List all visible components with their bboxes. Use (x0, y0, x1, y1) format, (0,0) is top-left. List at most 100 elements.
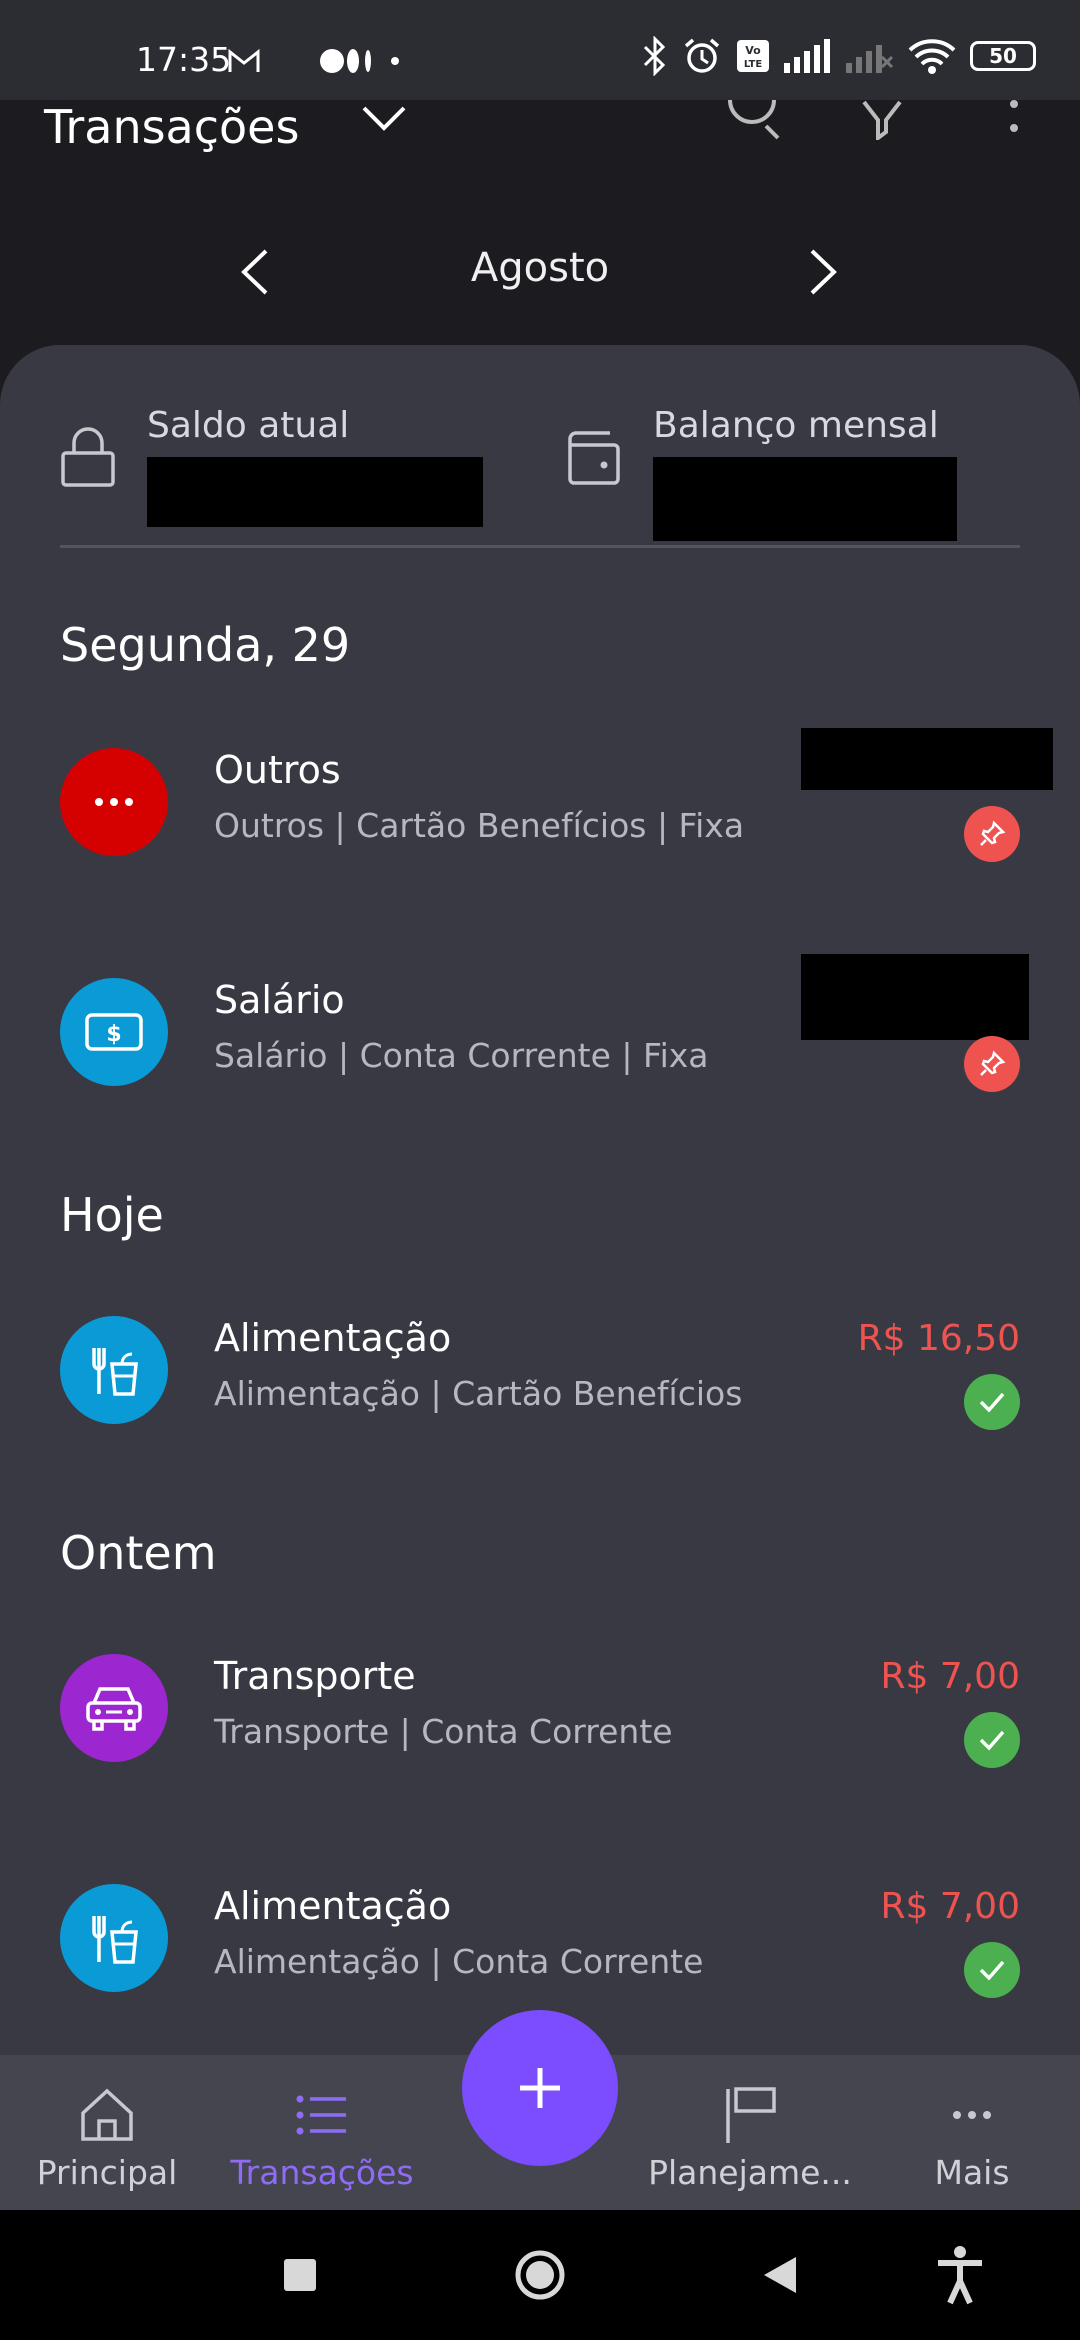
signal-strength-icon (784, 39, 830, 73)
month-label: Agosto (470, 245, 610, 291)
transaction-details: Alimentação | Conta Corrente (214, 1942, 704, 1981)
status-bar: 17:35 Vo LTE 50 (0, 0, 1080, 100)
gmail-notification-icon (228, 48, 260, 72)
nav-label: Mais (934, 2153, 1010, 2192)
category-icon-salario: $ (60, 978, 168, 1086)
home-button[interactable] (510, 2210, 570, 2340)
chevron-right-icon[interactable] (808, 247, 838, 297)
nav-item-mais[interactable]: Mais (910, 2055, 1034, 2210)
transaction-name: Salário (214, 978, 345, 1022)
wifi-icon (908, 39, 956, 74)
transaction-details: Transporte | Conta Corrente (214, 1712, 673, 1751)
accessibility-icon (938, 2246, 982, 2305)
svg-text:$: $ (106, 1022, 121, 1047)
battery-indicator: 50 (970, 41, 1036, 71)
status-time: 17:35 (136, 40, 232, 79)
transaction-name: Transporte (214, 1654, 416, 1698)
more-horizontal-icon (953, 2111, 991, 2119)
transaction-name: Outros (214, 748, 341, 792)
nav-label: Transações (230, 2153, 414, 2192)
category-icon-alimentacao (60, 1316, 168, 1424)
transaction-item[interactable]: Outros Outros | Cartão Benefícios | Fixa (0, 728, 1080, 878)
transaction-details: Salário | Conta Corrente | Fixa (214, 1036, 709, 1075)
circle-home-icon (515, 2250, 565, 2300)
transaction-amount-redacted (801, 954, 1029, 1040)
current-balance-label: Saldo atual (147, 405, 350, 446)
plus-icon (520, 2068, 560, 2108)
nav-item-transacoes[interactable]: Transações (222, 2055, 422, 2210)
transaction-amount-redacted (801, 728, 1053, 790)
wallet-icon (568, 431, 620, 485)
pinned-status-badge (964, 1036, 1020, 1092)
chevron-down-icon[interactable] (360, 102, 408, 134)
status-icons: Vo LTE 50 (642, 36, 1036, 76)
check-icon (979, 1960, 1005, 1981)
transaction-item[interactable]: Transporte Transporte | Conta Corrente R… (0, 1634, 1080, 1784)
day-header: Hoje (60, 1188, 164, 1242)
transaction-item[interactable]: $ Salário Salário | Conta Corrente | Fix… (0, 954, 1080, 1108)
volte-icon: Vo LTE (737, 40, 769, 72)
alarm-icon (684, 38, 720, 73)
filter-icon[interactable] (862, 100, 902, 140)
day-header: Segunda, 29 (60, 618, 351, 672)
car-icon (86, 1687, 142, 1731)
paid-status-badge (964, 1942, 1020, 1998)
balance-summary: Saldo atual Balanço mensal (60, 405, 1020, 541)
app-bar: Transações Agosto (0, 100, 1080, 345)
food-drink-icon (92, 1916, 138, 1964)
add-transaction-button[interactable] (462, 2010, 618, 2166)
page-title[interactable]: Transações (44, 100, 299, 154)
month-selector: Agosto (0, 235, 1080, 315)
transactions-sheet: Saldo atual Balanço mensal Segunda, 29 O… (0, 345, 1080, 2055)
money-bill-icon: $ (85, 1013, 143, 1051)
svg-text:LTE: LTE (744, 59, 763, 70)
pin-icon (980, 820, 1006, 846)
flag-icon (726, 2087, 776, 2143)
nav-item-planejamento[interactable]: Planejame... (640, 2055, 860, 2210)
search-icon[interactable] (722, 100, 782, 140)
transaction-item[interactable]: Alimentação Alimentação | Conta Corrente… (0, 1864, 1080, 2014)
svg-text:Vo: Vo (745, 44, 761, 57)
category-icon-transporte (60, 1654, 168, 1762)
monthly-balance-label: Balanço mensal (653, 405, 939, 446)
transaction-details: Alimentação | Cartão Benefícios (214, 1374, 743, 1413)
check-icon (979, 1392, 1005, 1413)
pinned-status-badge (964, 806, 1020, 862)
current-balance-value-redacted (147, 457, 483, 527)
recents-button[interactable] (270, 2210, 330, 2340)
transaction-name: Alimentação (214, 1884, 452, 1928)
monthly-balance-value-redacted (653, 457, 957, 541)
more-vertical-icon[interactable] (1008, 100, 1020, 136)
transaction-item[interactable]: Alimentação Alimentação | Cartão Benefíc… (0, 1296, 1080, 1446)
summary-divider (60, 545, 1020, 548)
notification-dot-icon (391, 57, 399, 65)
food-drink-icon (92, 1348, 138, 1396)
transaction-amount: R$ 7,00 (880, 1886, 1020, 1927)
pin-icon (980, 1050, 1006, 1076)
day-header: Ontem (60, 1526, 217, 1580)
nav-label: Planejame... (648, 2153, 852, 2192)
bluetooth-icon (643, 36, 666, 76)
list-icon (296, 2095, 346, 2135)
accessibility-button[interactable] (930, 2210, 990, 2340)
category-icon-outros (60, 748, 168, 856)
category-icon-alimentacao (60, 1884, 168, 1992)
back-button[interactable] (750, 2210, 810, 2340)
lock-icon (61, 427, 115, 487)
nav-item-principal[interactable]: Principal (32, 2055, 182, 2210)
transaction-amount: R$ 16,50 (857, 1318, 1020, 1359)
check-icon (979, 1730, 1005, 1751)
more-dots-icon (95, 798, 133, 806)
home-icon (81, 2088, 133, 2141)
nav-label: Principal (36, 2153, 178, 2192)
medium-notification-icon (320, 49, 371, 73)
signal-no-service-icon (846, 45, 894, 73)
transaction-name: Alimentação (214, 1316, 452, 1360)
transaction-amount: R$ 7,00 (880, 1656, 1020, 1697)
paid-status-badge (964, 1712, 1020, 1768)
triangle-back-icon (764, 2257, 796, 2293)
transaction-details: Outros | Cartão Benefícios | Fixa (214, 806, 745, 845)
system-navigation-bar (0, 2210, 1080, 2340)
square-icon (284, 2259, 316, 2291)
paid-status-badge (964, 1374, 1020, 1430)
